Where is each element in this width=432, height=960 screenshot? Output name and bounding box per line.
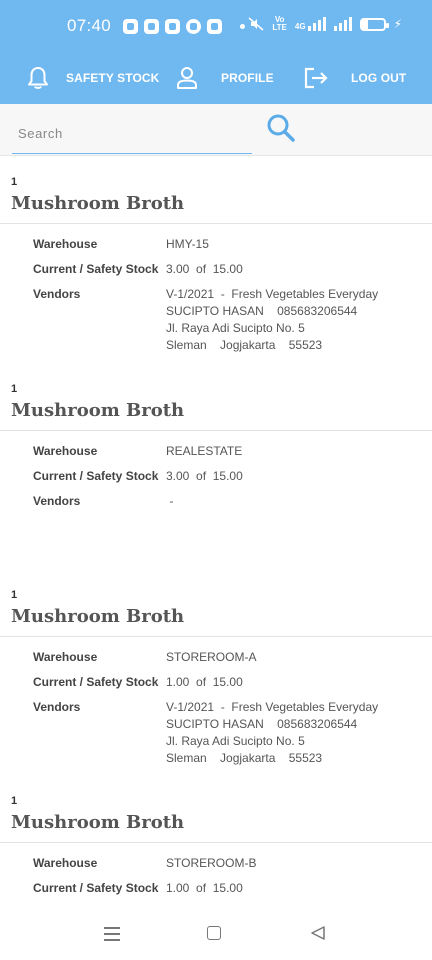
mute-icon (248, 17, 264, 31)
vendor-details: - (166, 494, 174, 508)
user-icon (177, 67, 197, 89)
status-bar: 07:40 Vo LTE 4G ⚡ (0, 0, 432, 52)
home-app-icon (207, 18, 223, 34)
stock-label: Current / Safety Stock (33, 262, 159, 276)
list-item[interactable]: 1 Mushroom Broth Warehouse REALESTATE Cur… (0, 363, 432, 569)
stock-value: 1.00 of 15.00 (166, 675, 243, 689)
charging-icon: ⚡ (393, 17, 402, 31)
stock-value: 3.00 of 15.00 (166, 469, 243, 483)
notification-icons (123, 18, 246, 34)
logout-label: LOG OUT (351, 71, 407, 85)
warehouse-label: Warehouse (33, 650, 98, 664)
system-navigation-bar (0, 908, 432, 960)
logout-icon (304, 67, 328, 89)
stock-label: Current / Safety Stock (33, 469, 159, 483)
profile-button[interactable]: PROFILE (176, 52, 274, 104)
stock-value: 1.00 of 15.00 (166, 881, 243, 895)
stock-value: 3.00 of 15.00 (166, 262, 243, 276)
home-icon[interactable] (207, 926, 221, 940)
safety-stock-list: 1 Mushroom Broth Warehouse HMY-15 Current… (0, 156, 432, 908)
app-navbar: SAFETY STOCK PROFILE LOG OUT (0, 52, 432, 104)
battery-icon (359, 17, 389, 31)
warehouse-label: Warehouse (33, 856, 98, 870)
item-name: Mushroom Broth (11, 606, 185, 627)
more-notifications-dot (240, 23, 246, 29)
safety-stock-button[interactable]: SAFETY STOCK (27, 52, 159, 104)
item-qty: 1 (11, 176, 18, 188)
item-name: Mushroom Broth (11, 812, 185, 833)
item-name: Mushroom Broth (11, 193, 185, 214)
messenger-icon (186, 18, 202, 34)
system-status-icons: Vo LTE 4G ⚡ (248, 16, 402, 32)
warehouse-label: Warehouse (33, 444, 98, 458)
back-icon[interactable] (310, 925, 326, 941)
menu-icon[interactable] (104, 927, 120, 941)
item-details: Warehouse HMY-15 Current / Safety Stock 3.… (0, 224, 432, 354)
item-name: Mushroom Broth (11, 400, 185, 421)
item-qty: 1 (11, 589, 18, 601)
search-bar (0, 104, 432, 156)
profile-label: PROFILE (221, 71, 274, 85)
volte-label: Vo LTE (272, 15, 287, 32)
item-qty: 1 (11, 795, 18, 807)
status-time: 07:40 (67, 16, 112, 35)
vendors-label: Vendors (33, 700, 81, 714)
warehouse-value: STOREROOM-A (166, 650, 257, 664)
vendor-details: V-1/2021 - Fresh Vegetables Everyday SUC… (166, 700, 379, 765)
list-item[interactable]: 1 Mushroom Broth Warehouse STOREROOM-A Cu… (0, 569, 432, 775)
logout-button[interactable]: LOG OUT (304, 52, 406, 104)
item-header: 1 Mushroom Broth (0, 569, 432, 637)
stock-label: Current / Safety Stock (33, 675, 159, 689)
signal-icon-2 (333, 17, 352, 31)
item-qty: 1 (11, 383, 18, 395)
search-input[interactable] (12, 114, 252, 154)
item-details: Warehouse REALESTATE Current / Safety Sto… (0, 431, 432, 510)
search-icon[interactable] (266, 113, 296, 143)
list-item[interactable]: 1 Mushroom Broth Warehouse STOREROOM-B Cu… (0, 775, 432, 908)
bell-icon (28, 67, 48, 89)
item-details: Warehouse STOREROOM-B Current / Safety St… (0, 843, 432, 897)
stock-label: Current / Safety Stock (33, 881, 159, 895)
signal-icon (307, 17, 326, 31)
item-header: 1 Mushroom Broth (0, 156, 432, 224)
item-header: 1 Mushroom Broth (0, 775, 432, 843)
item-details: Warehouse STOREROOM-A Current / Safety St… (0, 637, 432, 767)
list-item[interactable]: 1 Mushroom Broth Warehouse HMY-15 Current… (0, 156, 432, 363)
vendors-label: Vendors (33, 287, 81, 301)
chat-app-icon (123, 18, 139, 34)
safety-stock-label: SAFETY STOCK (66, 71, 160, 85)
email-icon (165, 18, 181, 34)
warehouse-value: STOREROOM-B (166, 856, 257, 870)
item-header: 1 Mushroom Broth (0, 363, 432, 431)
vendors-label: Vendors (33, 494, 81, 508)
warehouse-label: Warehouse (33, 237, 98, 251)
maps-icon (144, 18, 160, 34)
warehouse-value: REALESTATE (166, 444, 243, 458)
vendor-details: V-1/2021 - Fresh Vegetables Everyday SUC… (166, 287, 379, 352)
warehouse-value: HMY-15 (166, 237, 209, 251)
signal-4g: 4G (295, 17, 326, 31)
